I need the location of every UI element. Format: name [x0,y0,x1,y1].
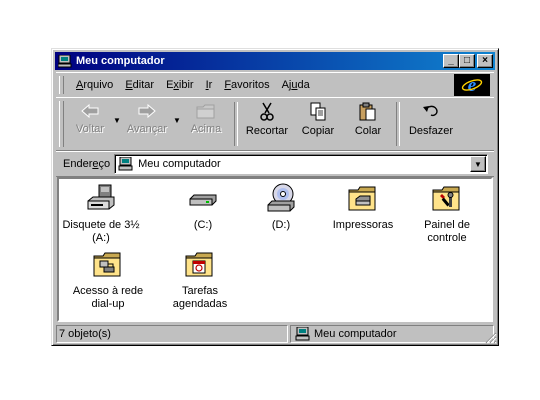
folder-up-icon [196,104,215,119]
hard-drive-icon [189,194,217,206]
paste-label: Colar [354,125,382,137]
item-label: Disquete de 3½ (A:) [62,219,140,244]
my-computer-icon [58,54,72,67]
address-dropdown-button[interactable]: ▼ [470,156,486,172]
forward-dropdown-arrow[interactable]: ▼ [172,98,182,150]
back-dropdown-arrow[interactable]: ▼ [112,98,122,150]
my-computer-icon [295,327,310,341]
drive-item-floppy[interactable]: Disquete de 3½ (A:) [59,183,143,245]
undo-label: Desfazer [408,125,454,137]
item-label: Acesso à rede dial-up [72,285,144,310]
standard-toolbar: Voltar ▼ Avançar ▼ Acima Recortar Copiar… [56,97,494,151]
object-count-text: 7 objeto(s) [59,328,111,340]
explorer-window: Meu computador _ □ × Arquivo Editar Exib… [51,48,499,346]
my-computer-icon [118,157,133,171]
control-panel-folder-icon [432,186,460,211]
minimize-icon: _ [448,55,454,66]
scheduled-tasks-folder-icon [185,252,213,277]
close-button[interactable]: × [477,54,493,68]
folder-item-dial-up[interactable]: Acesso à rede dial-up [66,249,150,311]
dial-up-networking-folder-icon [93,252,121,277]
maximize-button[interactable]: □ [459,54,475,68]
scissors-icon [260,102,274,121]
item-label: Painel de controle [424,219,470,244]
item-label: (D:) [271,219,291,231]
address-input[interactable]: Meu computador ▼ [114,154,488,174]
forward-arrow-icon [138,103,156,119]
menu-grip[interactable] [59,76,64,94]
item-label: Impressoras [332,219,394,231]
menu-bar: Arquivo Editar Exibir Ir Favoritos Ajuda… [56,72,494,98]
menu-ajuda[interactable]: Ajuda [276,79,316,91]
undo-button[interactable]: Desfazer [404,98,458,150]
menu-favoritos[interactable]: Favoritos [218,79,275,91]
forward-label: Avançar [126,123,168,135]
forward-button[interactable]: Avançar [122,98,172,150]
menu-exibir[interactable]: Exibir [160,79,200,91]
up-button[interactable]: Acima [182,98,230,150]
toolbar-grip[interactable] [59,101,64,147]
printers-folder-icon [348,186,376,211]
drive-item-c[interactable]: (C:) [161,183,245,232]
menu-editar[interactable]: Editar [119,79,160,91]
menu-ir[interactable]: Ir [200,79,219,91]
status-location: Meu computador [290,325,494,343]
paste-button[interactable]: Colar [344,98,392,150]
copy-button[interactable]: Copiar [292,98,344,150]
folder-item-printers[interactable]: Impressoras [321,183,405,232]
floppy-drive-icon [87,184,115,210]
address-value: Meu computador [138,158,221,170]
title-bar[interactable]: Meu computador _ □ × [55,52,495,70]
item-label: (C:) [193,219,213,231]
back-label: Voltar [75,123,105,135]
folder-item-control-panel[interactable]: Painel de controle [405,183,489,245]
location-text: Meu computador [314,328,397,340]
address-bar: Endereço Meu computador ▼ [56,151,494,177]
svg-text:e: e [468,75,477,95]
item-label: Tarefas agendadas [172,285,228,310]
address-label: Endereço [63,158,111,170]
status-object-count: 7 objeto(s) [56,325,288,343]
back-arrow-icon [81,103,99,119]
resize-grip[interactable] [485,332,497,344]
back-button[interactable]: Voltar [68,98,112,150]
cd-drive-icon [267,183,295,212]
toolbar-separator-2 [396,102,400,146]
status-bar: 7 objeto(s) Meu computador [56,325,494,343]
clipboard-icon [359,102,376,121]
up-label: Acima [190,123,222,135]
maximize-icon: □ [463,55,471,66]
ie-logo-icon: e [461,75,483,95]
menu-arquivo[interactable]: Arquivo [70,79,119,91]
minimize-button[interactable]: _ [443,54,459,68]
folder-item-scheduled-tasks[interactable]: Tarefas agendadas [158,249,242,311]
copy-icon [310,102,326,121]
toolbar-separator [234,102,238,146]
close-icon: × [482,55,488,66]
drive-item-d[interactable]: (D:) [239,183,323,232]
copy-label: Copiar [301,125,335,137]
cut-label: Recortar [245,125,289,137]
file-view: Disquete de 3½ (A:) (C:) (D:) Impressora… [57,177,493,322]
window-title: Meu computador [76,55,165,67]
cut-button[interactable]: Recortar [242,98,292,150]
undo-icon [423,105,438,117]
ie-throbber-logo: e [454,74,490,96]
